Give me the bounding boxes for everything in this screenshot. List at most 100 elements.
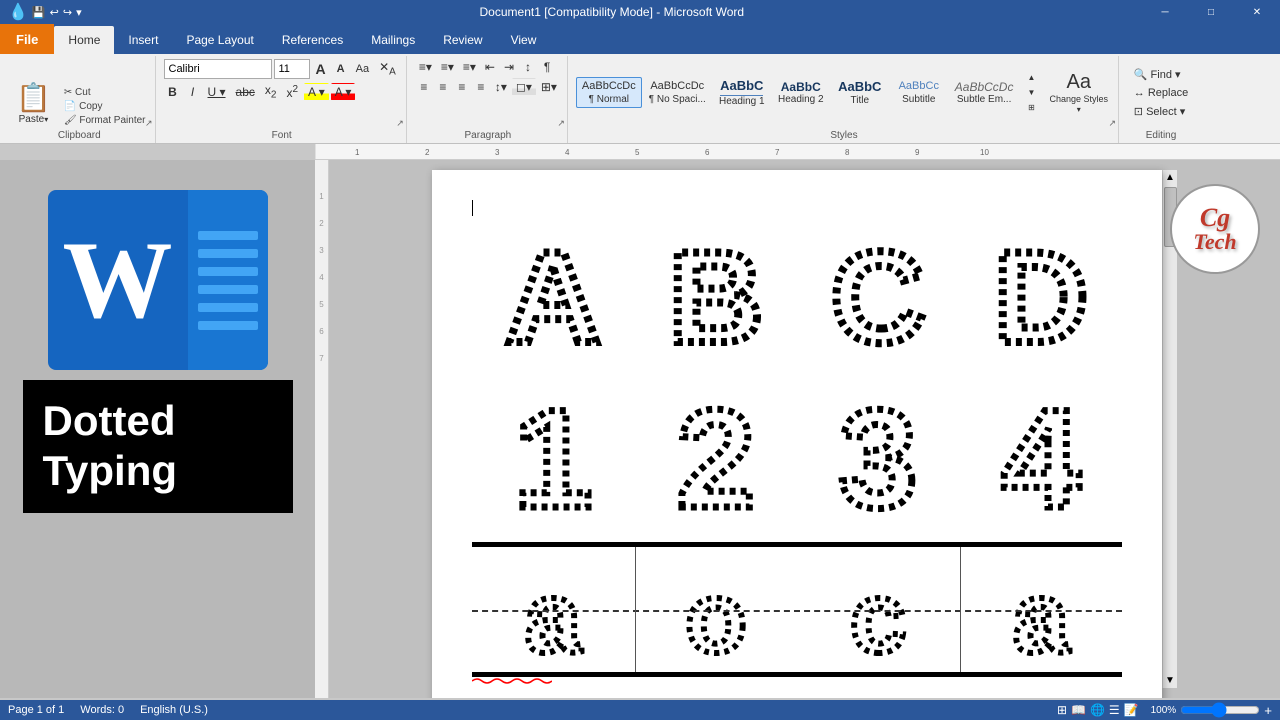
no-spacing-preview: AaBbCcDc	[650, 80, 704, 93]
h2-label: Heading 2	[778, 94, 824, 105]
svg-text:1: 1	[355, 148, 360, 157]
svg-text:7: 7	[775, 148, 780, 157]
underline-button[interactable]: U ▾	[204, 83, 230, 101]
copy-button[interactable]: 📄 Copy	[61, 100, 149, 113]
scroll-down-button[interactable]: ▼	[1163, 673, 1177, 688]
doc-area[interactable]: Cg Tech A B C	[329, 160, 1280, 698]
show-hide-button[interactable]: ¶	[538, 58, 556, 76]
small-letter-a: a	[503, 557, 603, 667]
tab-file[interactable]: File	[0, 24, 54, 54]
strikethrough-button[interactable]: abc	[232, 83, 259, 101]
borders-button[interactable]: ⊞▾	[537, 78, 561, 96]
quick-undo[interactable]: ↩	[50, 6, 59, 19]
title-label: Title	[851, 95, 870, 106]
tab-page-layout[interactable]: Page Layout	[172, 26, 267, 54]
clear-format-button[interactable]: ✕A	[375, 58, 400, 79]
shrink-font-button[interactable]: A	[332, 61, 350, 77]
web-layout-view[interactable]: 🌐	[1090, 703, 1105, 717]
tab-view[interactable]: View	[497, 26, 551, 54]
font-expand[interactable]: ↗	[396, 118, 404, 129]
svg-text:c: c	[850, 562, 906, 667]
italic-button[interactable]: I	[184, 83, 202, 101]
shading-button[interactable]: ◻▾	[512, 78, 536, 96]
highlight-button[interactable]: A ▾	[304, 83, 329, 101]
align-center-button[interactable]: ≡	[434, 78, 452, 96]
minimize-button[interactable]: ─	[1142, 0, 1188, 24]
style-heading2[interactable]: AaBbC Heading 2	[772, 77, 830, 108]
maximize-button[interactable]: □	[1188, 0, 1234, 24]
align-right-button[interactable]: ≡	[453, 78, 471, 96]
small-letter-o: o	[666, 557, 766, 667]
paragraph-expand[interactable]: ↗	[557, 118, 565, 129]
banner-line1: Dotted	[43, 396, 273, 446]
tab-insert[interactable]: Insert	[114, 26, 172, 54]
decrease-indent-button[interactable]: ⇤	[481, 58, 499, 76]
font-color-button[interactable]: A ▾	[331, 83, 356, 101]
tab-references[interactable]: References	[268, 26, 357, 54]
change-case-button[interactable]: Aa	[352, 61, 373, 77]
zoom-in-button[interactable]: +	[1264, 703, 1272, 718]
styles-scroll-up[interactable]: ▲	[1022, 71, 1040, 84]
svg-text:3: 3	[495, 148, 500, 157]
sort-button[interactable]: ↕	[519, 58, 537, 76]
print-layout-view[interactable]: ⊞	[1057, 703, 1067, 717]
style-normal[interactable]: AaBbCcDc ¶ Normal	[576, 77, 642, 107]
number-1: 1	[488, 377, 618, 527]
font-size-input[interactable]	[274, 59, 310, 79]
numbering-button[interactable]: ≡▾	[437, 58, 458, 76]
style-heading1[interactable]: AaBbC Heading 1	[713, 75, 771, 110]
clipboard-expand[interactable]: ↗	[145, 118, 153, 129]
increase-indent-button[interactable]: ⇥	[500, 58, 518, 76]
bold-button[interactable]: B	[164, 83, 182, 101]
replace-button[interactable]: ↔ Replace	[1130, 85, 1192, 101]
svg-text:4: 4	[565, 148, 570, 157]
style-no-spacing[interactable]: AaBbCcDc ¶ No Spaci...	[643, 77, 712, 107]
tab-review[interactable]: Review	[429, 26, 496, 54]
line-spacing-button[interactable]: ↕▾	[491, 78, 511, 96]
select-button[interactable]: ⊡ Select ▾	[1130, 103, 1189, 120]
svg-text:a: a	[1013, 562, 1070, 667]
close-button[interactable]: ✕	[1234, 0, 1280, 24]
tab-mailings[interactable]: Mailings	[357, 26, 429, 54]
styles-scroll-down[interactable]: ▼	[1022, 86, 1040, 99]
bullets-button[interactable]: ≡▾	[415, 58, 436, 76]
justify-button[interactable]: ≡	[472, 78, 490, 96]
document[interactable]: A B C D 1 2	[432, 170, 1162, 698]
svg-text:4: 4	[1002, 380, 1080, 527]
paste-button[interactable]: 📋 Paste ▾	[10, 79, 57, 127]
style-subtitle[interactable]: AaBbCc Subtitle	[890, 77, 948, 107]
align-left-button[interactable]: ≡	[415, 78, 433, 96]
format-painter-button[interactable]: 🖌 Format Painter	[61, 114, 149, 127]
cut-button[interactable]: ✂ Cut	[61, 86, 149, 99]
style-title[interactable]: AaBbC Title	[831, 76, 889, 109]
font-group: A A Aa ✕A B I U ▾ abc x2 x2 A ▾ A ▾ Font…	[158, 56, 407, 143]
quick-save[interactable]: 💾	[32, 6, 46, 19]
words-info: Words: 0	[80, 704, 124, 716]
zoom-slider[interactable]	[1180, 702, 1260, 718]
number-4: 4	[976, 377, 1106, 527]
subtle-em-preview: AaBbCcDc	[955, 80, 1014, 94]
svg-text:3: 3	[839, 380, 917, 527]
superscript-button[interactable]: x2	[282, 82, 302, 102]
grow-font-button[interactable]: A	[312, 59, 330, 79]
number-3: 3	[813, 377, 943, 527]
outline-view[interactable]: ☰	[1109, 703, 1120, 717]
styles-more[interactable]: ⊞	[1022, 101, 1040, 114]
font-label: Font	[158, 130, 406, 141]
scroll-up-button[interactable]: ▲	[1163, 170, 1177, 185]
style-subtle-em[interactable]: AaBbCcDc Subtle Em...	[949, 77, 1020, 108]
quick-redo[interactable]: ↪	[63, 6, 72, 19]
multilevel-button[interactable]: ≡▾	[459, 58, 480, 76]
find-button[interactable]: 🔍 Find ▾	[1130, 66, 1185, 83]
full-reading-view[interactable]: 📖	[1071, 703, 1086, 717]
styles-expand[interactable]: ↗	[1108, 118, 1116, 129]
cg-logo-text1: Cg	[1193, 205, 1236, 231]
draft-view[interactable]: 📝	[1124, 703, 1139, 717]
cursor-indicator	[472, 200, 1122, 216]
h1-label: Heading 1	[719, 96, 765, 107]
tab-home[interactable]: Home	[54, 26, 114, 54]
svg-text:D: D	[994, 224, 1088, 362]
font-name-input[interactable]	[164, 59, 272, 79]
change-styles-button[interactable]: Aa Change Styles ▾	[1045, 69, 1112, 116]
subscript-button[interactable]: x2	[261, 81, 281, 102]
